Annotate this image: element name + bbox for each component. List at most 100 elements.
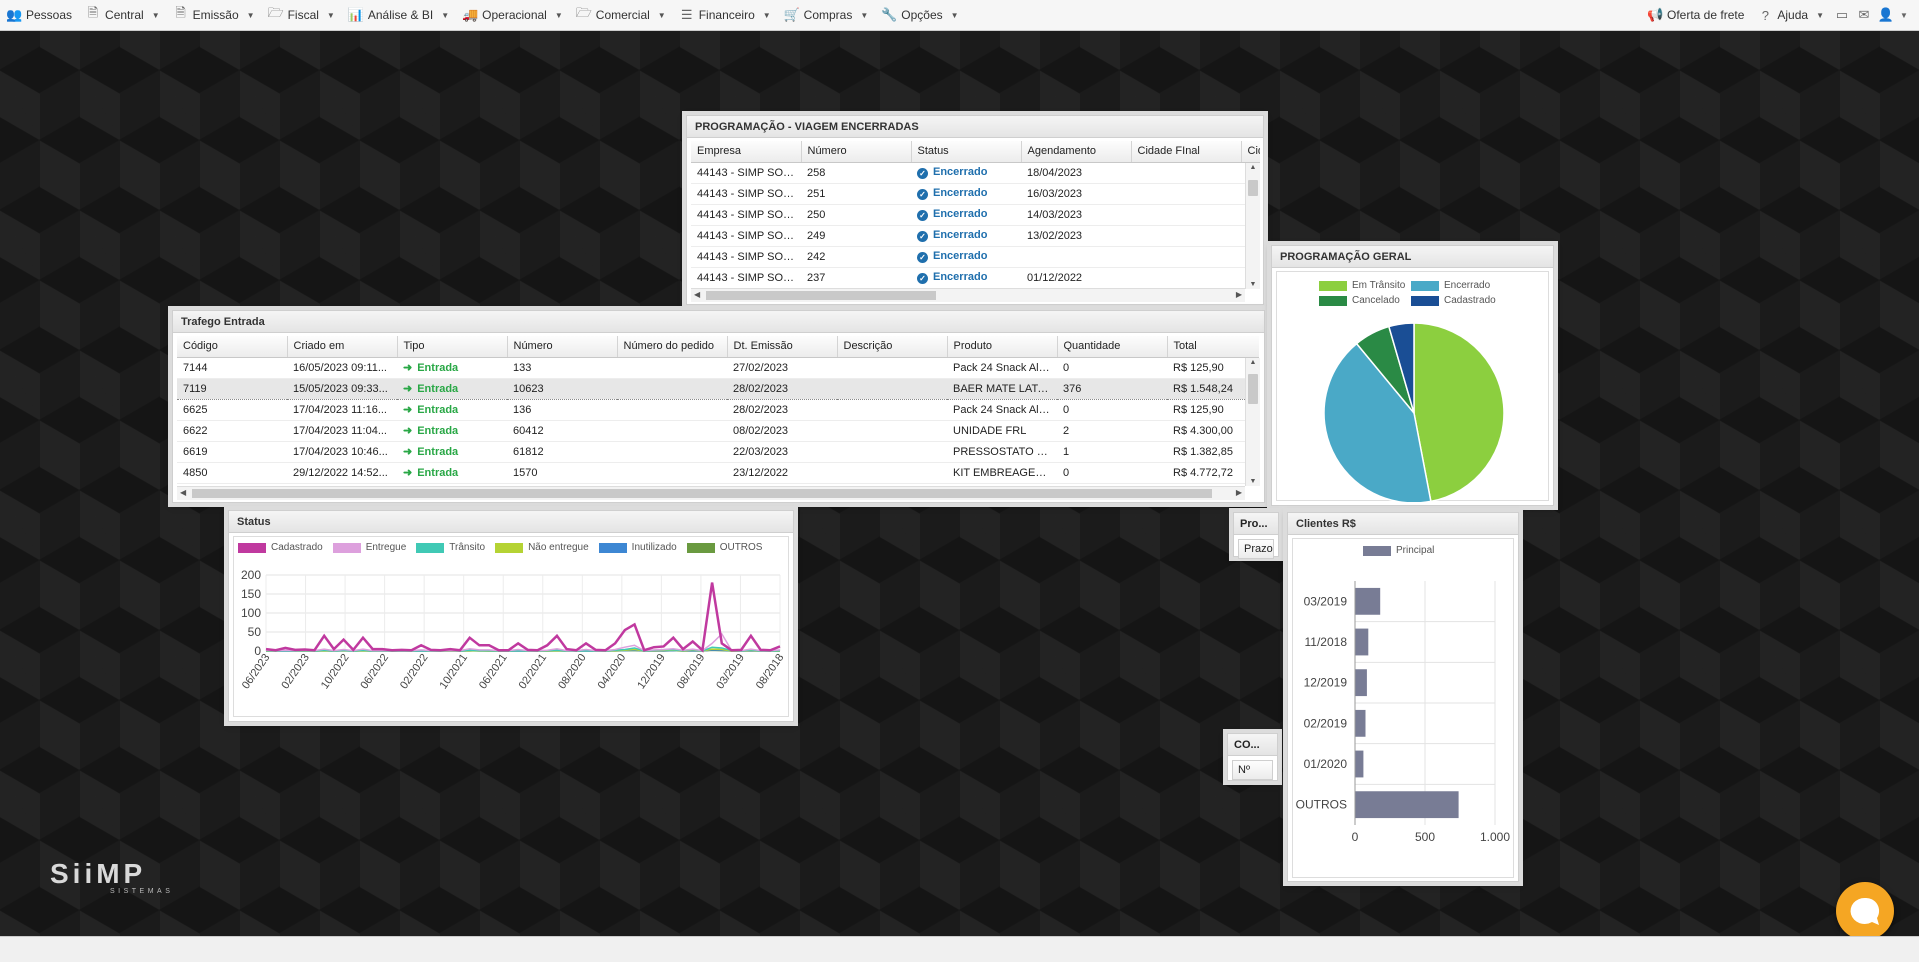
bar[interactable] [1355,791,1459,819]
numero-button[interactable]: Nº [1232,760,1273,780]
table-cell [1131,267,1241,289]
scroll-up-icon[interactable]: ▲ [1246,359,1260,366]
chart-icon: 📊 [347,7,365,22]
help-icon: ? [1761,7,1769,23]
ajuda-menu[interactable]: ? Ajuda ▼ [1751,0,1831,30]
menu-item-5[interactable]: 🚚 Operacional ▼ [456,0,570,30]
viagem-vertical-scrollbar[interactable]: ▲ ▼ [1245,163,1260,289]
chevron-down-icon[interactable]: ▼ [1897,11,1911,20]
menu-item-2[interactable]: 🗎 Emissão ▼ [167,0,262,30]
column-header[interactable]: Cid [1241,141,1260,163]
trafego-horizontal-scrollbar[interactable]: ◀ ▶ [177,486,1245,500]
menu-item-1[interactable]: 🗎 Central ▼ [79,0,167,30]
people-icon: 👥 [6,7,23,22]
table-row[interactable]: 44143 - SIMP SOF... 242 ✓ Encerrado [691,246,1260,268]
table-cell: 4850 [177,462,287,484]
bar[interactable] [1355,669,1367,697]
column-header[interactable]: Descrição [837,336,948,358]
menu-item-label: Análise & BI [367,8,434,22]
viagem-horizontal-scrollbar[interactable]: ◀ ▶ [691,288,1245,302]
menu-item-0[interactable]: 👥 Pessoas [0,0,79,30]
scroll-up-icon[interactable]: ▲ [1246,164,1260,171]
table-cell: ➜ Entrada [397,399,507,421]
scroll-right-icon[interactable]: ▶ [1236,488,1242,497]
check-circle-icon: ✓ [917,189,928,200]
column-header[interactable]: Número do pedido [617,336,728,358]
table-cell: ➜ Entrada [397,377,507,400]
table-cell: ✓ Encerrado [911,204,1021,226]
status-label: Encerrado [933,229,988,241]
column-header[interactable]: Código [177,336,288,358]
user-icon[interactable]: 👤 [1875,7,1897,23]
y-tick-label: 50 [248,625,262,639]
scroll-thumb[interactable] [1248,374,1258,404]
bar[interactable] [1355,628,1369,656]
status-label: Encerrado [933,166,988,178]
column-header[interactable]: Status [911,141,1022,163]
menu-item-6[interactable]: 🗁 Comercial ▼ [570,0,673,30]
prazo-button[interactable]: Prazo c [1238,539,1274,559]
column-header[interactable]: Quantidade [1057,336,1168,358]
table-cell: 16/05/2023 09:11... [287,357,397,379]
x-tick-label: 08/2018 [754,652,787,691]
table-row[interactable]: 7144 16/05/2023 09:11... ➜ Entrada 133 27/02/… [177,357,1259,379]
scroll-thumb[interactable] [706,291,936,300]
scroll-thumb[interactable] [192,489,1212,498]
window-icon[interactable]: ▭ [1831,7,1853,23]
panel-title: Trafego Entrada [173,311,1264,333]
menu-item-9[interactable]: 🔧 Opções ▼ [875,0,965,30]
menu-item-8[interactable]: 🛒 Compras ▼ [778,0,876,30]
scroll-right-icon[interactable]: ▶ [1236,290,1242,299]
column-header[interactable]: Tipo [397,336,508,358]
column-header[interactable]: Número [801,141,912,163]
table-row[interactable]: 6622 17/04/2023 11:04... ➜ Entrada 60412 08/0… [177,420,1259,442]
table-row[interactable]: 6625 17/04/2023 11:16... ➜ Entrada 136 28/02/… [177,399,1259,421]
scroll-left-icon[interactable]: ◀ [180,488,186,497]
table-row[interactable]: 44143 - SIMP SOF... 237 ✓ Encerrado 01/12/20… [691,267,1260,289]
table-row[interactable]: 44143 - SIMP SOF... 250 ✓ Encerrado 14/03/20… [691,204,1260,226]
chevron-down-icon: ▼ [860,10,869,20]
viagem-encerradas-panel: PROGRAMAÇÃO - VIAGEM ENCERRADAS Empresa N… [686,115,1264,305]
scroll-down-icon[interactable]: ▼ [1246,281,1260,288]
table-row[interactable]: 6619 17/04/2023 10:46... ➜ Entrada 61812 22/0… [177,441,1259,463]
table-row[interactable]: 44143 - SIMP SOF... 249 ✓ Encerrado 13/02/20… [691,225,1260,247]
table-cell: 258 [801,162,911,184]
chat-button[interactable] [1836,882,1894,940]
column-header[interactable]: Dt. Emissão [727,336,838,358]
scroll-left-icon[interactable]: ◀ [694,290,700,299]
column-header[interactable]: Produto [947,336,1058,358]
column-header[interactable]: Agendamento [1021,141,1132,163]
x-tick: 10/2022 [319,652,352,691]
table-row[interactable]: 44143 - SIMP SOF... 258 ✓ Encerrado 18/04/20… [691,162,1260,184]
scroll-thumb[interactable] [1248,180,1258,196]
menu-item-4[interactable]: 📊 Análise & BI ▼ [342,0,456,30]
x-tick: 12/2019 [635,652,668,691]
menu-item-7[interactable]: ☰ Financeiro ▼ [673,0,778,30]
bar[interactable] [1355,750,1364,778]
mail-icon[interactable]: ✉ [1853,7,1875,23]
column-header[interactable]: Número [507,336,618,358]
chevron-down-icon: ▼ [151,10,160,20]
truck-icon: 🚚 [462,7,479,22]
column-header[interactable]: Cidade FInal [1131,141,1242,163]
table-cell: 23/12/2022 [727,462,837,484]
oferta-frete-menu[interactable]: 📢 Oferta de frete [1641,0,1751,30]
menu-item-3[interactable]: 🗁 Fiscal ▼ [262,0,342,30]
pie-slice[interactable] [1413,322,1505,502]
chevron-down-icon: ▼ [441,10,450,20]
table-row[interactable]: 4850 29/12/2022 14:52... ➜ Entrada 1570 23/12… [177,462,1259,484]
trafego-vertical-scrollbar[interactable]: ▲ ▼ [1245,358,1260,486]
table-cell: 237 [801,267,911,289]
table-row[interactable]: 7119 15/05/2023 09:33... ➜ Entrada 10623 28/0… [177,377,1259,400]
column-header[interactable]: Criado em [287,336,398,358]
table-row[interactable]: 44143 - SIMP SOF... 251 ✓ Encerrado 16/03/20… [691,183,1260,205]
status-label: Encerrado [933,208,988,220]
check-circle-icon: ✓ [917,231,928,242]
column-header[interactable]: Total [1167,336,1259,358]
table-cell [617,420,727,442]
column-header[interactable]: Empresa [691,141,802,163]
scroll-down-icon[interactable]: ▼ [1246,478,1260,485]
bar[interactable] [1355,709,1366,737]
series-line[interactable] [265,582,781,653]
bar[interactable] [1355,587,1381,615]
